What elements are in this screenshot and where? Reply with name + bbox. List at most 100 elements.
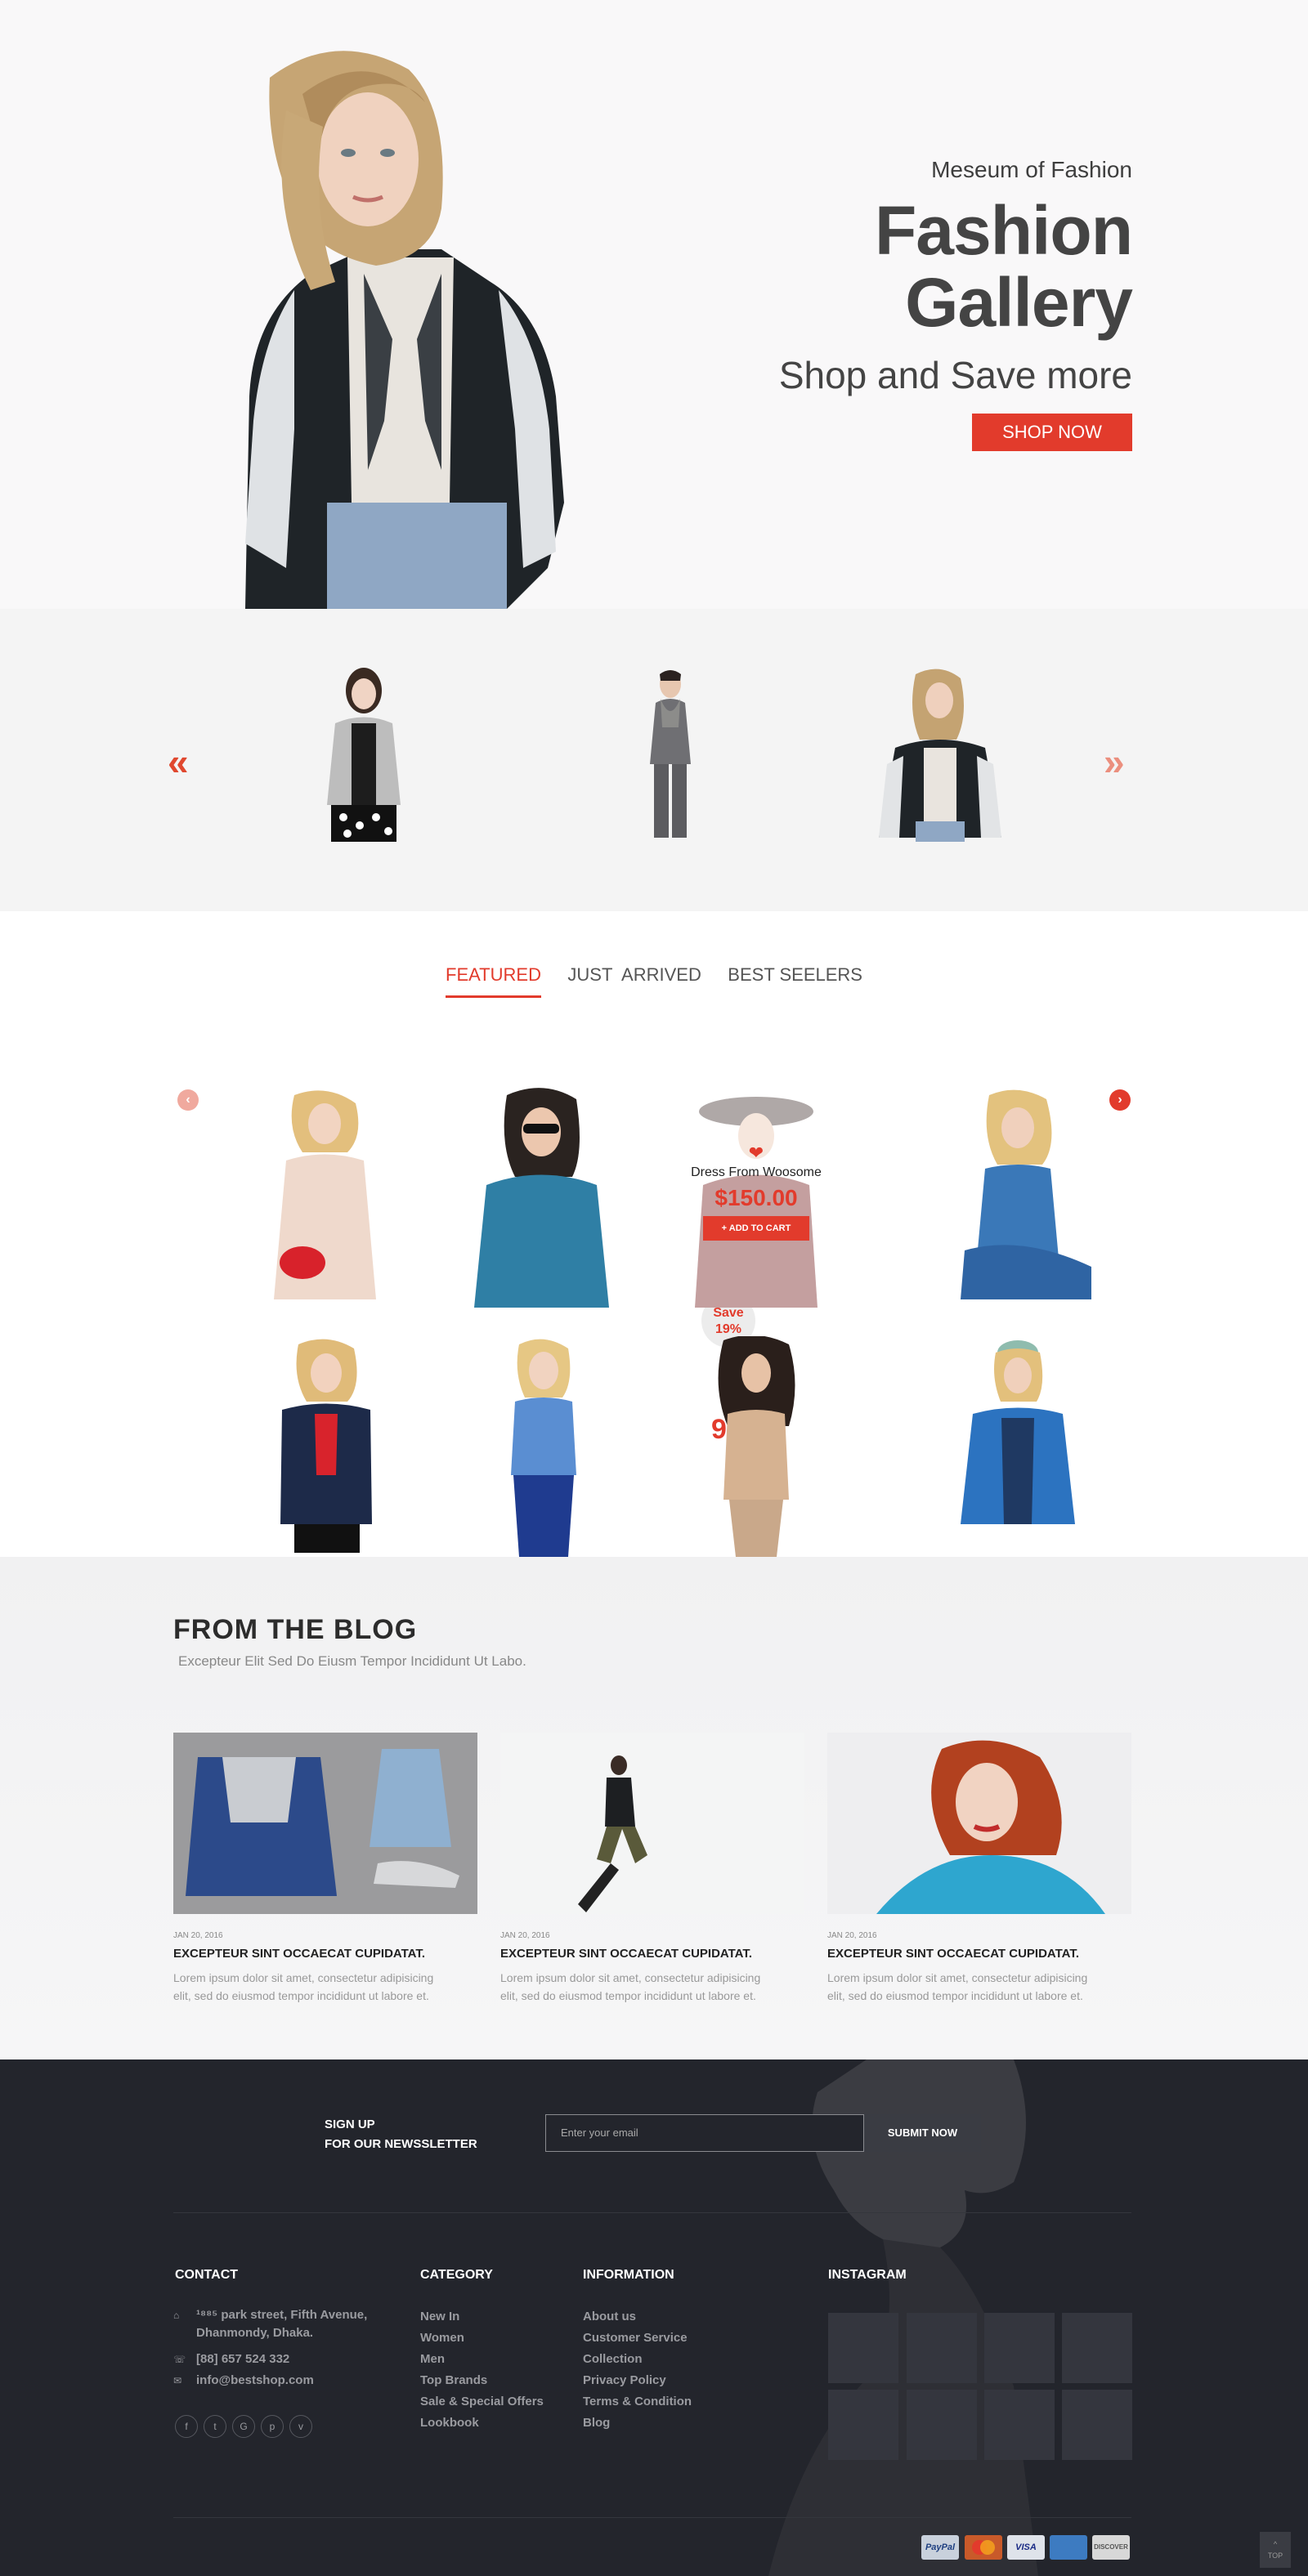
instagram-thumb-2[interactable] [907, 2313, 977, 2383]
blog-title: FROM THE BLOG [173, 1614, 418, 1645]
hero-title-line-1: Fashion [874, 192, 1133, 269]
product-card-7[interactable] [654, 1336, 858, 1557]
instagram-thumb-4[interactable] [1062, 2313, 1132, 2383]
add-to-cart-button[interactable]: + ADD TO CART [703, 1216, 809, 1241]
footer-link-women[interactable]: Women [420, 2328, 544, 2349]
tab-featured[interactable]: FEATURED [446, 964, 541, 998]
post-date: JAN 20, 2016 [827, 1931, 877, 1940]
post-excerpt-line-2: elit, sed do eiusmod tempor incididunt u… [827, 1989, 1083, 2002]
carousel-next-icon[interactable]: » [1104, 740, 1125, 784]
phone-number: [88] 657 524 332 [196, 2352, 290, 2366]
amex-icon [1050, 2535, 1087, 2560]
product-card-8[interactable] [916, 1336, 1120, 1557]
instagram-thumb-8[interactable] [1062, 2390, 1132, 2460]
google-plus-icon[interactable]: G [232, 2415, 255, 2438]
category-heading: CATEGORY [420, 2268, 493, 2282]
footer-divider-top [173, 2212, 1131, 2213]
footer-link-terms[interactable]: Terms & Condition [583, 2391, 692, 2413]
post-title[interactable]: EXCEPTEUR SINT OCCAECAT CUPIDATAT. [173, 1947, 477, 1961]
newsletter-label-line-1: SIGN UP [325, 2118, 375, 2131]
footer-link-privacy-policy[interactable]: Privacy Policy [583, 2370, 692, 2391]
post-excerpt: Lorem ipsum dolor sit amet, consectetur … [500, 1969, 804, 2005]
post-title[interactable]: EXCEPTEUR SINT OCCAECAT CUPIDATAT. [500, 1947, 804, 1961]
footer-link-blog[interactable]: Blog [583, 2413, 692, 2434]
product-card-2[interactable] [441, 1087, 646, 1308]
instagram-thumb-6[interactable] [907, 2390, 977, 2460]
newsletter-label: SIGN UP FOR OUR NEWSSLETTER [325, 2115, 477, 2154]
newsletter-email-input[interactable]: Enter your email [545, 2114, 864, 2152]
instagram-heading: INSTAGRAM [828, 2268, 907, 2282]
mastercard-icon [965, 2535, 1002, 2560]
carousel-model-2[interactable] [629, 666, 711, 842]
post-excerpt-line-1: Lorem ipsum dolor sit amet, consectetur … [827, 1971, 1088, 1984]
blog-section: FROM THE BLOG Excepteur Elit Sed Do Eius… [0, 1557, 1308, 2059]
product-card-6[interactable] [441, 1336, 646, 1557]
hero-title: Fashion Gallery [779, 192, 1133, 338]
product-card-4[interactable] [916, 1087, 1120, 1308]
footer-link-lookbook[interactable]: Lookbook [420, 2413, 544, 2434]
information-list: About us Customer Service Collection Pri… [583, 2306, 692, 2434]
footer-link-top-brands[interactable]: Top Brands [420, 2370, 544, 2391]
blog-post-1[interactable]: JAN 20, 2016 EXCEPTEUR SINT OCCAECAT CUP… [173, 1733, 477, 2005]
product-grid: ‹ › ❤ Dress From Woosome $150.00 + ADD T… [0, 1071, 1308, 1557]
post-title[interactable]: EXCEPTEUR SINT OCCAECAT CUPIDATAT. [827, 1947, 1131, 1961]
address-line-2: Dhanmondy, Dhaka. [196, 2326, 314, 2340]
instagram-thumb-5[interactable] [828, 2390, 898, 2460]
tab-just-arrived[interactable]: JUST ARRIVED [567, 964, 701, 995]
contact-phone: ☏ [88] 657 524 332 [173, 2350, 289, 2368]
post-excerpt: Lorem ipsum dolor sit amet, consectetur … [827, 1969, 1131, 2005]
product-hover-overlay: ❤ Dress From Woosome $150.00 + ADD TO CA… [654, 1087, 858, 1308]
hero-kicker: Meseum of Fashion [931, 157, 1132, 182]
contact-heading: CONTACT [175, 2268, 239, 2282]
product-card-5[interactable] [225, 1336, 429, 1557]
blog-post-3-image [827, 1733, 1131, 1914]
email-address[interactable]: info@bestshop.com [196, 2373, 314, 2387]
product-card-3[interactable]: ❤ Dress From Woosome $150.00 + ADD TO CA… [654, 1087, 858, 1308]
shop-now-button[interactable]: SHOP NOW [972, 414, 1132, 451]
blog-post-2-image [500, 1733, 804, 1914]
vimeo-icon[interactable]: v [289, 2415, 312, 2438]
instagram-thumb-7[interactable] [984, 2390, 1055, 2460]
back-to-top-button[interactable]: ^ TOP [1260, 2532, 1291, 2568]
post-excerpt-line-2: elit, sed do eiusmod tempor incididunt u… [500, 1989, 756, 2002]
footer-link-new-in[interactable]: New In [420, 2306, 544, 2328]
footer-link-collection[interactable]: Collection [583, 2349, 692, 2370]
footer-link-about-us[interactable]: About us [583, 2306, 692, 2328]
promo-carousel: « » Save 19% 99$ [0, 609, 1308, 1445]
address-line-1: ¹⁸⁸⁵ park street, Fifth Avenue, [196, 2308, 368, 2322]
product-tabs: FEATURED JUST ARRIVED BEST SEELERS [0, 964, 1308, 1013]
envelope-icon: ✉ [173, 2375, 182, 2386]
carousel-model-1[interactable] [307, 666, 421, 842]
product-card-1[interactable] [225, 1087, 429, 1308]
instagram-thumb-1[interactable] [828, 2313, 898, 2383]
instagram-thumb-3[interactable] [984, 2313, 1055, 2383]
category-list: New In Women Men Top Brands Sale & Speci… [420, 2306, 544, 2434]
chevron-up-icon: ^ [1273, 2540, 1278, 2548]
product-name: Dress From Woosome [691, 1165, 822, 1179]
carousel-prev-icon[interactable]: « [168, 740, 189, 784]
blog-post-1-image [173, 1733, 477, 1914]
home-icon: ⌂ [173, 2310, 180, 2321]
footer-link-customer-service[interactable]: Customer Service [583, 2328, 692, 2349]
paypal-icon: PayPal [921, 2535, 959, 2560]
post-excerpt: Lorem ipsum dolor sit amet, consectetur … [173, 1969, 477, 2005]
post-date: JAN 20, 2016 [173, 1931, 223, 1940]
footer-link-men[interactable]: Men [420, 2349, 544, 2370]
twitter-icon[interactable]: t [204, 2415, 226, 2438]
information-heading: INFORMATION [583, 2268, 674, 2282]
blog-post-3[interactable]: JAN 20, 2016 EXCEPTEUR SINT OCCAECAT CUP… [827, 1733, 1131, 2005]
carousel-model-3[interactable] [871, 666, 1010, 842]
tab-best-sellers[interactable]: BEST SEELERS [728, 964, 862, 995]
post-excerpt-line-1: Lorem ipsum dolor sit amet, consectetur … [173, 1971, 434, 1984]
heart-icon[interactable]: ❤ [654, 1143, 858, 1164]
blog-post-2[interactable]: JAN 20, 2016 EXCEPTEUR SINT OCCAECAT CUP… [500, 1733, 804, 2005]
footer-link-sale[interactable]: Sale & Special Offers [420, 2391, 544, 2413]
grid-prev-icon[interactable]: ‹ [177, 1089, 199, 1111]
pinterest-icon[interactable]: p [261, 2415, 284, 2438]
discover-icon: DISCOVER [1092, 2535, 1130, 2560]
submit-now-button[interactable]: SUBMIT NOW [864, 2114, 981, 2152]
facebook-icon[interactable]: f [175, 2415, 198, 2438]
contact-email[interactable]: ✉ info@bestshop.com [173, 2372, 314, 2390]
product-price: $150.00 [714, 1185, 798, 1210]
visa-icon: VISA [1007, 2535, 1045, 2560]
